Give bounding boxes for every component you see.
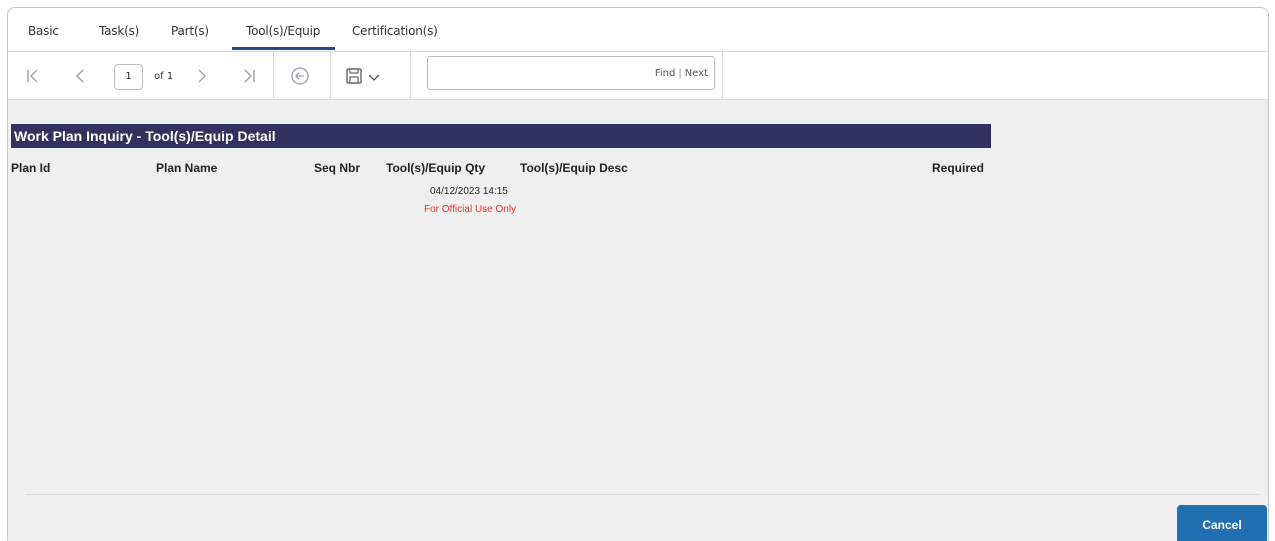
official-use-notice: For Official Use Only — [424, 204, 517, 215]
column-plan-name: Plan Name — [156, 161, 218, 175]
tab-parts[interactable]: Part(s) — [171, 24, 209, 38]
cancel-button[interactable]: Cancel — [1177, 505, 1267, 541]
find-actions: Find | Next — [655, 68, 708, 79]
find-separator: | — [678, 68, 682, 79]
report-title: Work Plan Inquiry - Tool(s)/Equip Detail — [11, 124, 991, 148]
chevron-down-icon[interactable] — [364, 66, 384, 86]
toolbar-divider — [722, 52, 723, 99]
prev-page-icon[interactable] — [70, 66, 90, 86]
page-count-label: of 1 — [154, 71, 174, 82]
find-box: Find | Next — [427, 56, 715, 90]
column-required: Required — [932, 161, 985, 175]
window-frame: Basic Task(s) Part(s) Tool(s)/Equip Cert… — [7, 7, 1269, 541]
column-seq-nbr: Seq Nbr — [314, 161, 361, 175]
page-number-input[interactable]: 1 — [114, 64, 143, 90]
tab-bar: Basic Task(s) Part(s) Tool(s)/Equip Cert… — [8, 8, 1268, 52]
report-timestamp: 04/12/2023 14:15 — [430, 186, 508, 197]
last-page-icon[interactable] — [239, 66, 259, 86]
column-tool-equip-qty: Tool(s)/Equip Qty — [386, 161, 486, 175]
toolbar-divider — [410, 52, 411, 99]
next-page-icon[interactable] — [192, 66, 212, 86]
report-viewer: Work Plan Inquiry - Tool(s)/Equip Detail… — [8, 100, 1268, 541]
column-plan-id: Plan Id — [11, 161, 51, 175]
tab-certifications[interactable]: Certification(s) — [352, 24, 438, 38]
find-link[interactable]: Find — [655, 68, 676, 79]
first-page-icon[interactable] — [23, 66, 43, 86]
next-link[interactable]: Next — [685, 68, 708, 79]
tab-tasks[interactable]: Task(s) — [99, 24, 139, 38]
column-tool-equip-desc: Tool(s)/Equip Desc — [520, 161, 628, 175]
find-input[interactable] — [434, 63, 634, 83]
toolbar-divider — [330, 52, 331, 99]
back-icon[interactable] — [290, 66, 310, 86]
report-toolbar: 1 of 1 Find | Next — [8, 52, 1268, 100]
tab-basic[interactable]: Basic — [28, 24, 59, 38]
tab-tool-equip[interactable]: Tool(s)/Equip — [231, 24, 336, 50]
footer-divider — [26, 494, 1260, 495]
save-icon[interactable] — [344, 66, 364, 86]
toolbar-divider — [273, 52, 274, 99]
